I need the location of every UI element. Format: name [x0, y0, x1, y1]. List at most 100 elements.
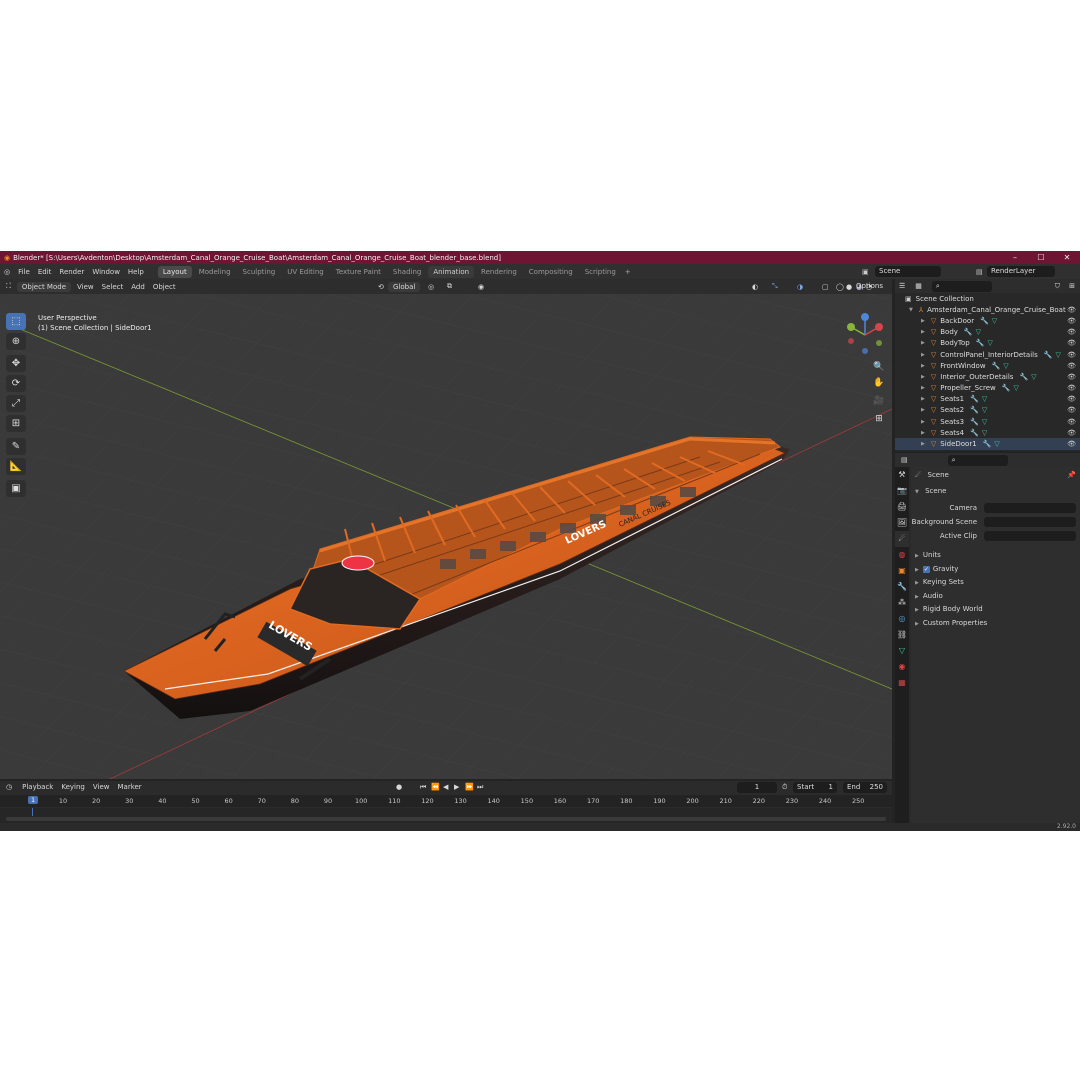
subpanel-header[interactable]: ▶ Keying Sets: [915, 578, 964, 586]
outliner-object-row[interactable]: ▶ ▽ Seats1 🔧 ▽ 👁: [895, 394, 1080, 405]
tl-menu-keying[interactable]: Keying: [61, 783, 85, 791]
subpanel-header[interactable]: ▶ Custom Properties: [915, 619, 987, 627]
proportional-icon[interactable]: ◉: [478, 283, 484, 291]
timeline-editor-icon[interactable]: ◷: [6, 783, 12, 791]
expand-arrow-icon[interactable]: ▶: [921, 419, 925, 425]
eye-icon[interactable]: 👁: [1067, 395, 1076, 403]
end-frame-field[interactable]: End 250: [843, 781, 887, 793]
tool-tab-icon[interactable]: ⚒: [895, 467, 909, 483]
expand-arrow-icon[interactable]: ▶: [921, 430, 925, 436]
expand-arrow-icon[interactable]: ▶: [921, 318, 925, 324]
tab-uv-editing[interactable]: UV Editing: [282, 266, 329, 278]
mesh-data-icon[interactable]: ▽: [982, 395, 987, 403]
modifier-icon[interactable]: 🔧: [964, 328, 973, 336]
outliner-object-row[interactable]: ▶ ▽ Body 🔧 ▽ 👁: [895, 327, 1080, 338]
mesh-data-icon[interactable]: ▽: [1013, 384, 1018, 392]
output-tab-icon[interactable]: 🖨: [895, 499, 909, 515]
blender-menu-icon[interactable]: ◎: [4, 268, 10, 276]
renderlayer-icon[interactable]: ▤: [976, 268, 983, 276]
subpanel-header[interactable]: ▶ ✓ Gravity: [915, 565, 958, 573]
modifier-icon[interactable]: 🔧: [980, 317, 989, 325]
mesh-data-icon[interactable]: ▽: [987, 339, 992, 347]
outliner-search-input[interactable]: ⌕: [931, 280, 992, 292]
shading-wire-icon[interactable]: ◯: [836, 283, 844, 291]
modifier-icon[interactable]: 🔧: [1044, 351, 1053, 359]
subpanel-header[interactable]: ▶ Audio: [915, 592, 943, 600]
material-tab-icon[interactable]: ◉: [895, 659, 909, 675]
vp-menu-select[interactable]: Select: [102, 283, 124, 291]
subpanel-header[interactable]: ▶ Rigid Body World: [915, 605, 983, 613]
transform-orientation[interactable]: Global: [388, 281, 421, 292]
scene-section-header[interactable]: ▼ Scene: [915, 487, 946, 495]
eye-icon[interactable]: 👁: [1067, 306, 1076, 314]
modifier-tab-icon[interactable]: 🔧: [895, 579, 909, 595]
mesh-data-icon[interactable]: ▽: [982, 429, 987, 437]
transform-tool[interactable]: ⊞: [6, 415, 26, 432]
pan-hand-icon[interactable]: ✋: [872, 376, 886, 390]
editor-type-icon[interactable]: ⛶: [6, 282, 11, 291]
object-tab-icon[interactable]: ▣: [895, 563, 909, 579]
texture-tab-icon[interactable]: ▦: [895, 675, 909, 691]
display-mode-icon[interactable]: ▦: [915, 282, 922, 290]
play-reverse-icon[interactable]: ◀: [443, 783, 448, 791]
outliner-object-row[interactable]: ▶ ▽ ControlPanel_InteriorDetails 🔧 ▽ 👁: [895, 349, 1080, 360]
xray-icon[interactable]: ▢: [822, 283, 829, 291]
mode-selector[interactable]: Object Mode: [16, 281, 72, 292]
tab-scripting[interactable]: Scripting: [580, 266, 621, 278]
eye-icon[interactable]: 👁: [1067, 440, 1076, 448]
minimize-icon[interactable]: –: [1002, 251, 1028, 264]
scale-tool[interactable]: ⤢: [6, 395, 26, 412]
mesh-data-icon[interactable]: ▽: [994, 440, 999, 448]
record-icon[interactable]: ●: [396, 783, 402, 791]
expand-arrow-icon[interactable]: ▶: [921, 329, 925, 335]
overlays-icon[interactable]: ◑: [797, 283, 803, 291]
start-frame-field[interactable]: Start 1: [793, 781, 837, 793]
modifier-icon[interactable]: 🔧: [970, 429, 979, 437]
modifier-icon[interactable]: 🔧: [1019, 373, 1028, 381]
eye-icon[interactable]: 👁: [1067, 429, 1076, 437]
tab-animation[interactable]: Animation: [428, 265, 475, 278]
tab-modeling[interactable]: Modeling: [194, 266, 236, 278]
expand-arrow-icon[interactable]: ▶: [921, 352, 925, 358]
eye-icon[interactable]: 👁: [1067, 384, 1076, 392]
eye-icon[interactable]: 👁: [1067, 362, 1076, 370]
current-frame-field[interactable]: 1: [737, 781, 777, 793]
expand-arrow-icon[interactable]: ▶: [921, 407, 925, 413]
pin-icon[interactable]: 📌: [1067, 471, 1076, 479]
rotate-tool[interactable]: ⟳: [6, 375, 26, 392]
annotate-tool[interactable]: ✎: [6, 438, 26, 455]
outliner-collection[interactable]: ▼ ⅄ Amsterdam_Canal_Orange_Cruise_Boat 👁: [895, 304, 1080, 315]
outliner-object-row[interactable]: ▶ ▽ Seats2 🔧 ▽ 👁: [895, 405, 1080, 416]
filter-icon[interactable]: ⛉: [1055, 282, 1060, 291]
expand-arrow-icon[interactable]: ▶: [921, 340, 925, 346]
tab-layout[interactable]: Layout: [157, 265, 192, 278]
renderlayer-field[interactable]: RenderLayer: [987, 266, 1055, 277]
tab-shading[interactable]: Shading: [388, 266, 426, 278]
visibility-icon[interactable]: ◐: [752, 283, 758, 291]
view-layer-tab-icon[interactable]: 🖼: [895, 515, 909, 531]
modifier-icon[interactable]: 🔧: [970, 395, 979, 403]
menu-file[interactable]: File: [18, 268, 30, 276]
scene-tab-icon[interactable]: ☄: [895, 531, 909, 547]
shading-solid-icon[interactable]: ●: [846, 283, 852, 291]
measure-tool[interactable]: 📐: [6, 458, 26, 475]
menu-window[interactable]: Window: [92, 268, 120, 276]
gravity-checkbox[interactable]: ✓: [922, 565, 930, 573]
render-tab-icon[interactable]: 📷: [895, 483, 909, 499]
outliner-object-row[interactable]: ▶ ▽ Seats3 🔧 ▽ 👁: [895, 416, 1080, 427]
mesh-data-icon[interactable]: ▽: [982, 418, 987, 426]
eye-icon[interactable]: 👁: [1067, 406, 1076, 414]
modifier-icon[interactable]: 🔧: [1002, 384, 1011, 392]
next-key-icon[interactable]: ⏩: [465, 783, 474, 791]
expand-arrow-icon[interactable]: ▶: [921, 385, 925, 391]
subpanel-header[interactable]: ▶ Units: [915, 551, 941, 559]
expand-arrow-icon[interactable]: ▶: [921, 441, 925, 447]
data-tab-icon[interactable]: ▽: [895, 643, 909, 659]
gizmo-icon[interactable]: ⤡: [772, 282, 778, 291]
background-scene-field[interactable]: [984, 517, 1076, 527]
outliner-object-row[interactable]: ▶ ▽ BackDoor 🔧 ▽ 👁: [895, 315, 1080, 326]
eye-icon[interactable]: 👁: [1067, 373, 1076, 381]
maximize-icon[interactable]: ☐: [1028, 251, 1054, 264]
select-tool[interactable]: ⬚: [6, 313, 26, 330]
tab-texture-paint[interactable]: Texture Paint: [331, 266, 386, 278]
